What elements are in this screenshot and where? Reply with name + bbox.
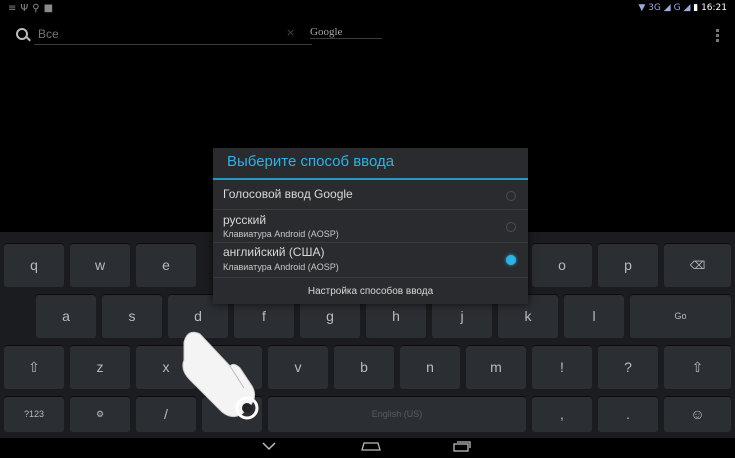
shift-key-left[interactable]: ⇧	[4, 345, 64, 389]
key-z[interactable]: z	[70, 345, 130, 389]
smiley-icon: ☺	[690, 406, 705, 422]
dialog-title: Выберите способ ввода	[227, 153, 395, 170]
usb-icon: Ψ	[20, 3, 33, 14]
space-key[interactable]: English (US)	[268, 396, 526, 432]
radio-button[interactable]	[506, 191, 516, 201]
key-w[interactable]: w	[70, 243, 130, 287]
key-a[interactable]: a	[36, 294, 96, 338]
shift-key-right[interactable]: ⇧	[664, 345, 731, 389]
go-key[interactable]: Go	[630, 294, 731, 338]
option-english-us[interactable]: английский (США) Клавиатура Android (AOS…	[213, 243, 528, 278]
settings-key[interactable]: ⚙	[70, 396, 130, 432]
shift-icon: ⇧	[691, 358, 704, 375]
key-s[interactable]: s	[102, 294, 162, 338]
clock: 16:21	[701, 3, 727, 13]
status-bar: ≡Ψ⚲■ ▼ 3G ◢ G ◢ ▮ 16:21	[0, 0, 735, 18]
key-l[interactable]: l	[564, 294, 624, 338]
signal-bars-icon-2: ◢	[683, 3, 691, 13]
input-method-dialog: Выберите способ ввода Голосовой ввод Goo…	[213, 148, 528, 304]
input-method-settings-button[interactable]: Настройка способов ввода	[213, 278, 528, 304]
option-sublabel: Клавиатура Android (AOSP)	[223, 229, 339, 239]
option-russian[interactable]: русский Клавиатура Android (AOSP)	[213, 210, 528, 243]
back-icon[interactable]	[262, 441, 276, 451]
option-label: русский	[223, 213, 267, 227]
recent-apps-icon[interactable]	[453, 440, 471, 452]
key-v[interactable]: v	[268, 345, 328, 389]
status-right: ▼ 3G ◢ G ◢ ▮ 16:21	[638, 3, 727, 13]
search-icon[interactable]	[16, 28, 28, 40]
touch-hand-icon	[182, 331, 259, 420]
key-question[interactable]: ?	[598, 345, 658, 389]
key-m[interactable]: m	[466, 345, 526, 389]
signal-3g-label: 3G	[648, 3, 661, 13]
key-exclamation[interactable]: !	[532, 345, 592, 389]
option-label: Голосовой ввод Google	[223, 187, 353, 201]
clear-icon[interactable]: ×	[286, 26, 295, 39]
key-e[interactable]: e	[136, 243, 196, 287]
backspace-icon: ⌫	[689, 259, 706, 272]
signal-bars-icon: ◢	[663, 3, 671, 13]
shift-icon: ⇧	[28, 358, 40, 375]
image-icon: ■	[43, 3, 58, 14]
option-google-voice[interactable]: Голосовой ввод Google	[213, 180, 528, 210]
settings-key-icon: ⚙	[95, 408, 105, 419]
search-engine-label[interactable]: Google	[310, 26, 383, 39]
signal-g-label: G	[673, 3, 681, 13]
overflow-menu-icon[interactable]	[716, 29, 719, 44]
notification-icon: ≡	[8, 3, 21, 14]
wifi-icon: ▼	[638, 3, 646, 13]
search-input[interactable]	[34, 24, 312, 45]
key-p[interactable]: p	[598, 243, 658, 287]
navigation-bar	[0, 438, 735, 458]
backspace-key[interactable]: ⌫	[664, 243, 731, 287]
radio-button[interactable]	[506, 222, 516, 232]
battery-icon: ▮	[693, 3, 699, 13]
key-b[interactable]: b	[334, 345, 394, 389]
option-sublabel: Клавиатура Android (AOSP)	[223, 262, 339, 272]
emoji-key[interactable]: ☺	[664, 396, 731, 432]
period-key[interactable]: .	[598, 396, 658, 432]
search-bar: × Google	[0, 18, 735, 50]
radio-button-selected[interactable]	[506, 255, 516, 265]
symbols-key[interactable]: ?123	[4, 396, 64, 432]
key-n[interactable]: n	[400, 345, 460, 389]
home-icon[interactable]	[360, 441, 382, 451]
option-label: английский (США)	[223, 245, 325, 259]
comma-key[interactable]: ,	[532, 396, 592, 432]
key-o[interactable]: o	[532, 243, 592, 287]
search-icon-status: ⚲	[32, 3, 44, 14]
key-q[interactable]: q	[4, 243, 64, 287]
status-left-icons: ≡Ψ⚲■	[8, 3, 57, 14]
